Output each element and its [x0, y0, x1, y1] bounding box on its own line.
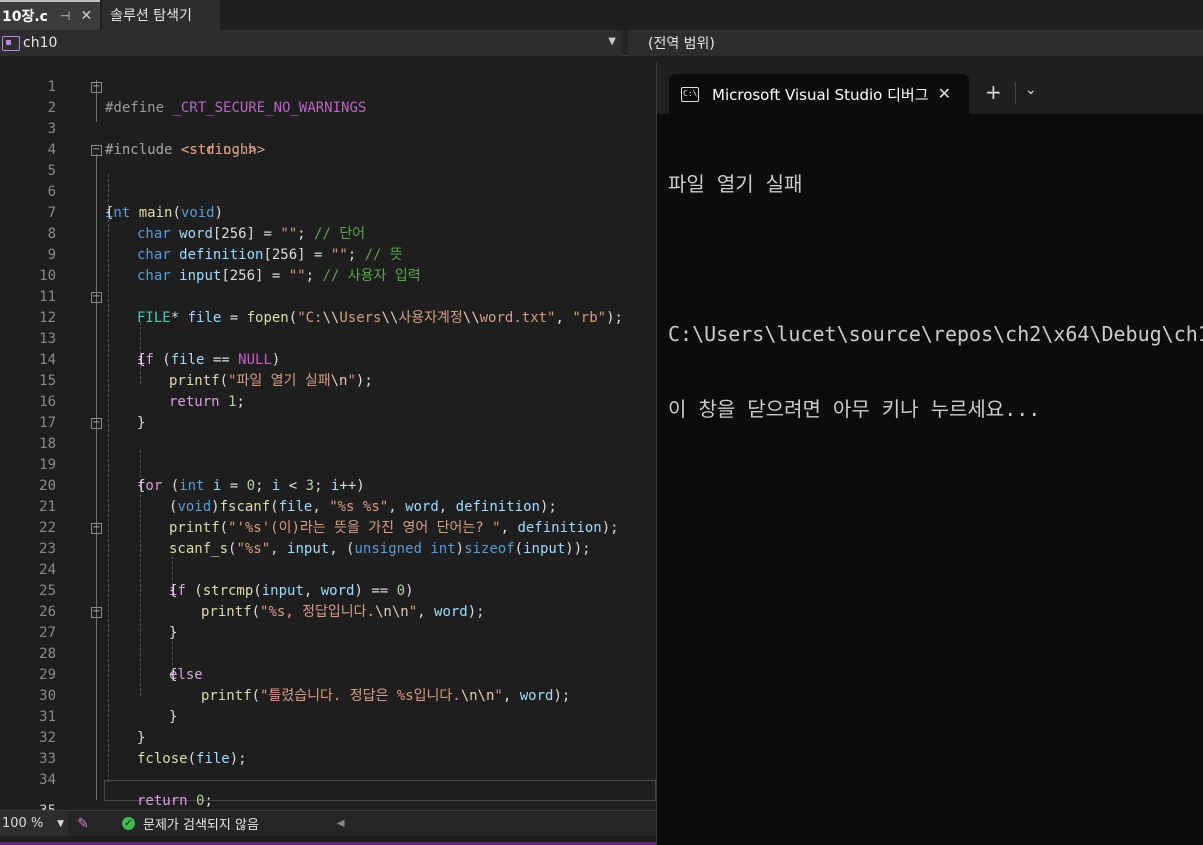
- tab-10jang-c[interactable]: 10장.c ⊣ ✕: [0, 0, 101, 30]
- project-name: ch10: [23, 35, 58, 51]
- chevron-down-icon[interactable]: ⌄: [1025, 82, 1037, 98]
- terminal-icon: C:\: [681, 86, 699, 102]
- code-line: 7 char word[256] = ""; // 단어: [47, 205, 366, 242]
- code-line: 20 (void)fscanf(file, "%s %s", word, def…: [39, 478, 557, 515]
- code-line: 15 return 1;: [39, 373, 245, 410]
- code-line: 8 char definition[256] = ""; // 뜻: [47, 226, 403, 263]
- code-line: 17: [39, 415, 56, 431]
- console-title: Microsoft Visual Studio 디버그: [712, 85, 929, 104]
- console-line: C:\Users\lucet\source\repos\ch2\x64\Debu…: [668, 322, 1203, 346]
- console-output: 파일 열기 실패 C:\Users\lucet\source\repos\ch2…: [668, 122, 1203, 472]
- code-line: 31 }: [39, 709, 146, 746]
- divider: [1015, 82, 1016, 104]
- pin-icon[interactable]: ⊣: [60, 9, 70, 23]
- code-line: 1 #define _CRT_SECURE_NO_WARNINGS: [47, 79, 367, 116]
- code-line: 11 FILE* file = fopen("C:\\Users\\사용자계정\…: [39, 289, 623, 326]
- collapse-icon[interactable]: −: [91, 292, 102, 303]
- editor-status-bar: 100 % ▼ ✎ ✓ 문제가 검색되지 않음 ◀: [0, 810, 656, 837]
- code-cleanup-icon[interactable]: ✎: [72, 816, 94, 832]
- code-line: 18 − for (int i = 0; i < 3; i++): [39, 417, 365, 495]
- code-line: 9 char input[256] = ""; // 사용자 입력: [47, 247, 421, 284]
- code-line: 19 {: [39, 457, 146, 494]
- chevron-down-icon[interactable]: ▼: [608, 36, 616, 47]
- code-line: 2 − #include <stdio.h>: [47, 81, 257, 159]
- scope-dropdown[interactable]: (전역 범위): [628, 30, 1203, 56]
- zoom-dropdown[interactable]: 100 % ▼: [0, 810, 68, 837]
- project-dropdown[interactable]: ch10 ▼: [0, 30, 622, 56]
- scope-label: (전역 범위): [648, 36, 715, 52]
- code-line: 26 }: [39, 604, 178, 641]
- code-line: 30 }: [39, 688, 178, 725]
- code-line: 25 printf("%s, 정답입니다.\n\n", word);: [39, 583, 485, 620]
- code-line: 24 {: [39, 562, 178, 599]
- new-tab-icon[interactable]: +: [985, 80, 1002, 104]
- code-line: 10: [39, 268, 56, 284]
- debug-console-window[interactable]: C:\ Microsoft Visual Studio 디버그 ✕ + ⌄ 파일…: [656, 62, 1203, 845]
- code-line: 28 {: [39, 646, 178, 683]
- zoom-value: 100 %: [2, 816, 44, 831]
- code-line-current: 35 }: [0, 780, 656, 810]
- code-line: 14 printf("파일 열기 실패\n");: [39, 352, 373, 389]
- collapse-icon[interactable]: −: [91, 607, 102, 618]
- chevron-down-icon[interactable]: ▼: [57, 819, 64, 829]
- code-line: 22 scanf_s("%s", input, (unsigned int)si…: [39, 520, 591, 557]
- tab-label: 10장.c: [2, 9, 48, 25]
- collapse-icon[interactable]: −: [91, 82, 102, 93]
- tab-solution-explorer[interactable]: 솔루션 탐색기: [102, 0, 220, 30]
- code-line: 5 − int main(void): [47, 144, 224, 222]
- collapse-icon[interactable]: −: [91, 523, 102, 534]
- code-line: 3 #include <string.h>: [47, 121, 266, 158]
- console-title-bar: C:\ Microsoft Visual Studio 디버그 ✕ + ⌄: [657, 62, 1203, 114]
- console-tab[interactable]: C:\ Microsoft Visual Studio 디버그 ✕: [669, 74, 969, 114]
- code-line: 16 }: [39, 394, 146, 431]
- code-line: 34 return 0;: [39, 772, 213, 809]
- document-tab-strip: 10장.c ⊣ ✕ 솔루션 탐색기: [0, 0, 1203, 30]
- scroll-left-icon[interactable]: ◀: [337, 818, 345, 829]
- close-icon[interactable]: ✕: [80, 8, 92, 24]
- collapse-icon[interactable]: −: [91, 145, 102, 156]
- code-line: 6 {: [47, 184, 114, 221]
- code-line: 13 {: [39, 331, 146, 368]
- code-line: 33: [39, 751, 56, 767]
- tab-label: 솔루션 탐색기: [110, 8, 192, 24]
- project-icon: [2, 35, 20, 51]
- issues-status[interactable]: 문제가 검색되지 않음: [143, 814, 259, 833]
- code-line: 12 − if (file == NULL): [39, 291, 281, 369]
- navigation-bar: ch10 ▼ (전역 범위): [0, 30, 1203, 56]
- code-line: 32 fclose(file);: [39, 730, 247, 767]
- code-line: 21 printf("'%s'(이)라는 뜻을 가진 영어 단어는? ", de…: [39, 499, 619, 536]
- close-icon[interactable]: ✕: [938, 84, 951, 103]
- code-line: 4: [47, 142, 56, 158]
- code-line: 23 − if (strcmp(input, word) == 0): [39, 522, 414, 600]
- code-line: 27 − else: [39, 606, 203, 684]
- check-circle-icon: ✓: [122, 817, 135, 830]
- collapse-icon[interactable]: −: [91, 418, 102, 429]
- console-line: 파일 열기 실패: [668, 172, 803, 196]
- console-line: 이 창을 닫으려면 아무 키나 누르세요...: [668, 397, 1041, 421]
- code-line: 29 printf("틀렸습니다. 정답은 %s입니다.\n\n", word)…: [39, 667, 571, 704]
- code-editor[interactable]: 1 #define _CRT_SECURE_NO_WARNINGS 2 − #i…: [0, 56, 656, 810]
